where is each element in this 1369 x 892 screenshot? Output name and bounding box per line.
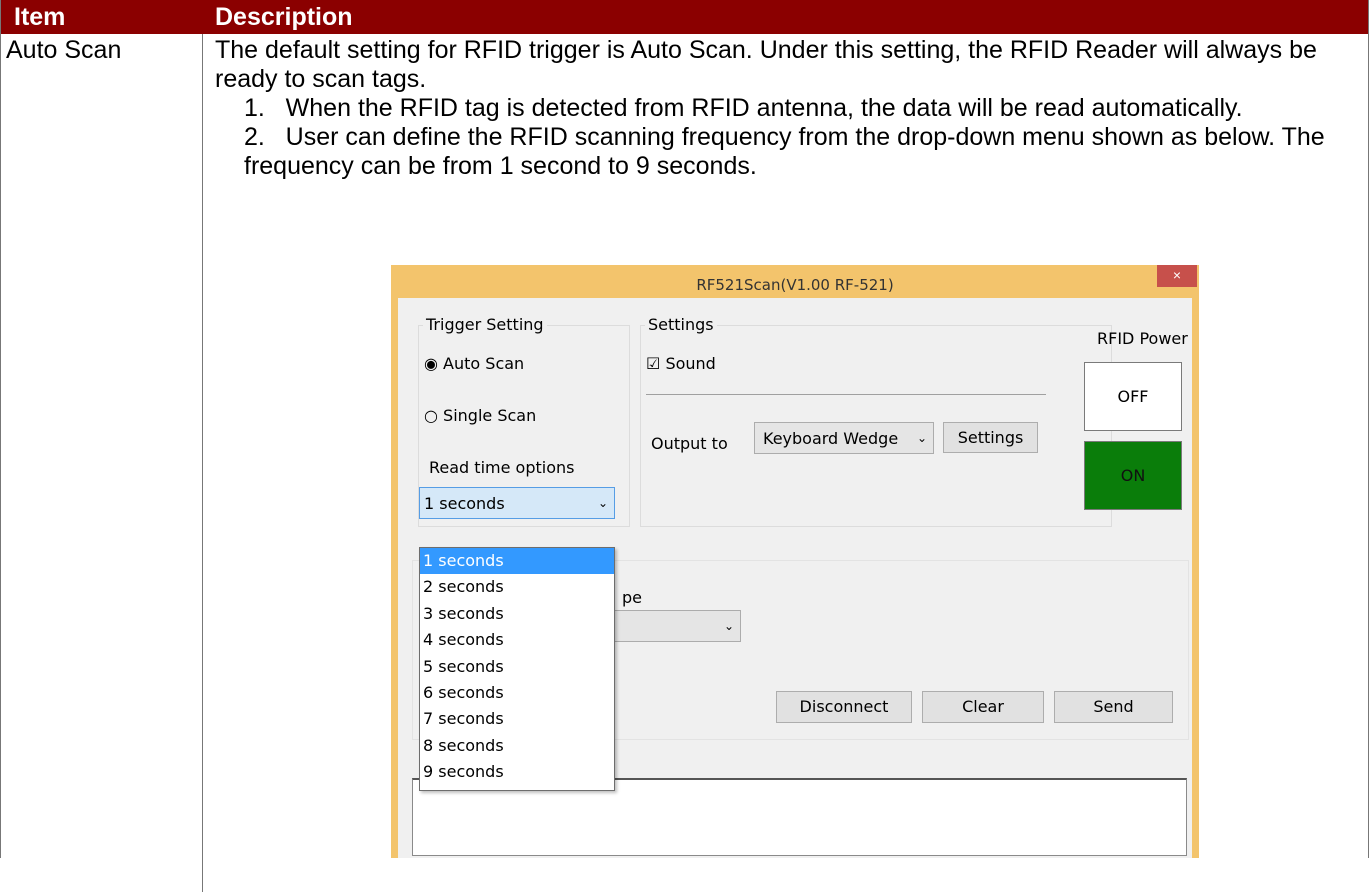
trigger-setting-title: Trigger Setting (423, 315, 547, 334)
sound-label: Sound (665, 354, 716, 373)
rf521scan-dialog: RF521Scan(V1.00 RF-521) × Trigger Settin… (391, 265, 1199, 858)
tag-type-label-partial: pe (622, 588, 642, 607)
rfid-power-label: RFID Power (1097, 329, 1188, 348)
read-time-option[interactable]: 1 seconds (420, 548, 614, 575)
tag-type-dropdown[interactable]: ⌄ (598, 610, 741, 642)
clear-button[interactable]: Clear (922, 691, 1044, 723)
row-item-label: Auto Scan (6, 36, 122, 64)
chevron-down-icon: ⌄ (916, 431, 927, 445)
header-description: Description (215, 3, 353, 31)
power-on-button[interactable]: ON (1084, 441, 1182, 510)
dialog-title: RF521Scan(V1.00 RF-521) (696, 276, 894, 294)
chevron-down-icon: ⌄ (597, 496, 608, 510)
table-header-row: Item Description (0, 0, 1369, 34)
header-item: Item (14, 3, 66, 31)
auto-scan-radio[interactable]: ◉ Auto Scan (424, 354, 524, 373)
read-time-options-list[interactable]: 1 seconds 2 seconds 3 seconds 4 seconds 5 se… (419, 547, 615, 791)
auto-scan-label: Auto Scan (443, 354, 525, 373)
power-off-button[interactable]: OFF (1084, 362, 1182, 431)
read-time-option[interactable]: 6 seconds (420, 680, 614, 706)
read-time-option[interactable]: 3 seconds (420, 601, 614, 627)
chevron-down-icon: ⌄ (723, 619, 734, 633)
read-time-option[interactable]: 8 seconds (420, 733, 614, 759)
table-border-left (0, 0, 1, 858)
step-1: 1. When the RFID tag is detected from RF… (244, 94, 1243, 122)
send-button[interactable]: Send (1054, 691, 1173, 723)
settings-group-title: Settings (645, 315, 717, 334)
disconnect-button[interactable]: Disconnect (776, 691, 912, 723)
read-time-option[interactable]: 9 seconds (420, 759, 614, 785)
read-time-option[interactable]: 5 seconds (420, 654, 614, 680)
single-scan-label: Single Scan (443, 406, 537, 425)
read-time-selected: 1 seconds (424, 494, 505, 513)
output-selected: Keyboard Wedge (763, 429, 899, 448)
sound-checkbox[interactable]: ☑ Sound (646, 354, 716, 373)
dialog-body: Trigger Setting ◉ Auto Scan ○ Single Sca… (398, 298, 1192, 858)
description-table: Item Description Auto Scan The default s… (0, 0, 1369, 892)
read-time-dropdown[interactable]: 1 seconds ⌄ (419, 487, 615, 519)
settings-divider (646, 394, 1046, 395)
read-time-option[interactable]: 2 seconds (420, 574, 614, 600)
table-column-divider (202, 34, 203, 892)
read-time-option[interactable]: 4 seconds (420, 627, 614, 653)
output-to-label: Output to (651, 434, 728, 453)
close-button[interactable]: × (1157, 265, 1197, 287)
step-2: 2. User can define the RFID scanning fre… (244, 123, 1325, 180)
output-dropdown[interactable]: Keyboard Wedge ⌄ (754, 422, 934, 454)
settings-button[interactable]: Settings (943, 422, 1038, 453)
single-scan-radio[interactable]: ○ Single Scan (424, 406, 536, 425)
read-time-option[interactable]: 7 seconds (420, 706, 614, 732)
description-cell: The default setting for RFID trigger is … (215, 36, 1365, 181)
intro-paragraph: The default setting for RFID trigger is … (215, 36, 1317, 93)
read-time-label: Read time options (429, 458, 575, 477)
